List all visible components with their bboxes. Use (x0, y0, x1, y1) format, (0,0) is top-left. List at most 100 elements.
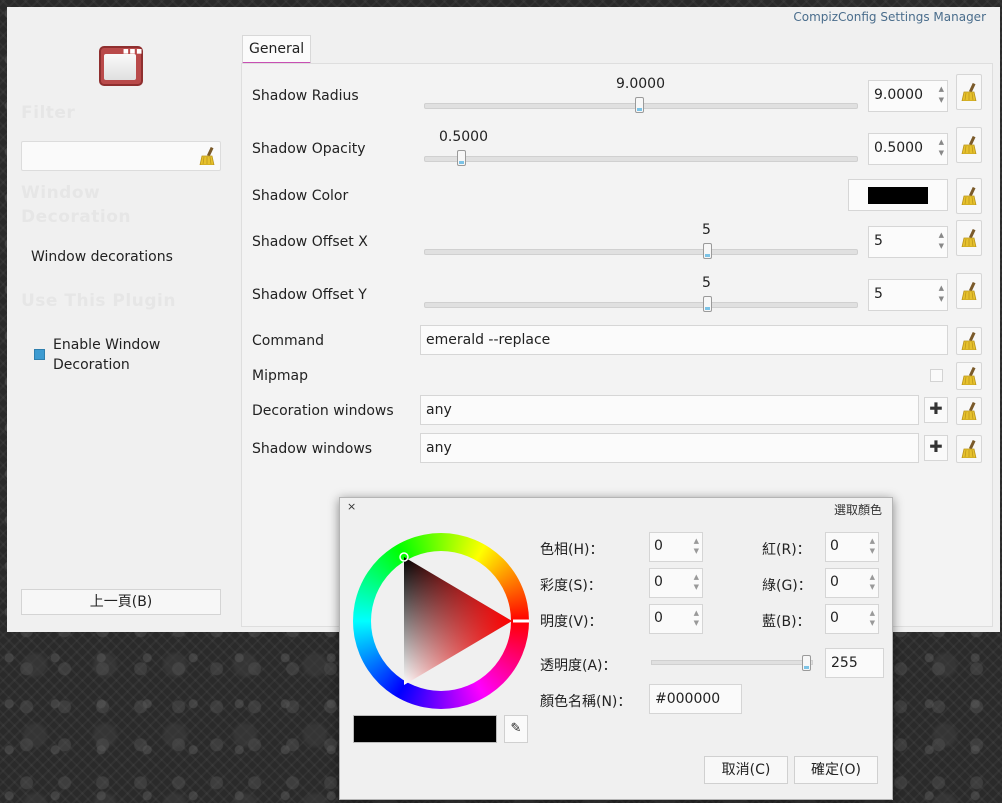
green-value: 0 (830, 574, 839, 590)
shadow-opacity-reset-button[interactable] (956, 127, 982, 163)
shadow-offset-x-slider-value: 5 (702, 222, 711, 238)
shadow-offset-y-slider-value: 5 (702, 275, 711, 291)
shadow-radius-reset-button[interactable] (956, 74, 982, 110)
decoration-windows-add-button[interactable]: ✚ (924, 397, 948, 423)
spin-arrows-icon[interactable]: ▲ ▼ (870, 536, 875, 556)
shadow-windows-reset-button[interactable] (956, 435, 982, 463)
spin-arrows-icon[interactable]: ▲ ▼ (694, 572, 699, 592)
alpha-label: 透明度(A)： (540, 658, 617, 674)
eyedropper-button[interactable]: ✎ (504, 715, 528, 743)
alpha-input[interactable]: 255 (825, 648, 884, 678)
spin-arrows-icon[interactable]: ▲ ▼ (939, 84, 944, 106)
command-reset-button[interactable] (956, 327, 982, 355)
title-bar[interactable]: CompizConfig Settings Manager (7, 7, 1000, 29)
shadow-color-swatch (868, 187, 928, 204)
app-settings-icon: ■■■ (99, 46, 143, 86)
shadow-offset-x-spinbox[interactable]: 5 ▲ ▼ (868, 226, 948, 258)
shadow-windows-input[interactable]: any (420, 433, 919, 463)
shadow-color-reset-button[interactable] (956, 178, 982, 214)
shadow-offset-y-label: Shadow Offset Y (252, 287, 367, 303)
value-value: 0 (654, 610, 663, 626)
cancel-button[interactable]: 取消(C) (704, 756, 788, 784)
shadow-offset-x-label: Shadow Offset X (252, 234, 368, 250)
shadow-radius-slider-handle[interactable] (635, 97, 644, 113)
red-spinbox[interactable]: 0 ▲ ▼ (825, 532, 879, 562)
shadow-offset-x-spinbox-value: 5 (874, 233, 883, 249)
mipmap-reset-button[interactable] (956, 362, 982, 390)
broom-icon (961, 229, 977, 247)
shadow-opacity-slider-handle[interactable] (457, 150, 466, 166)
broom-icon (961, 187, 977, 205)
sidebar: ■■■ Filter Window Decoration Window deco… (7, 29, 235, 632)
shadow-opacity-spinbox[interactable]: 0.5000 ▲ ▼ (868, 133, 948, 165)
color-name-input[interactable]: #000000 (649, 684, 742, 714)
value-spinbox[interactable]: 0 ▲ ▼ (649, 604, 703, 634)
shadow-offset-y-slider[interactable] (424, 296, 858, 312)
decoration-windows-reset-button[interactable] (956, 397, 982, 425)
command-input[interactable]: emerald --replace (420, 325, 948, 355)
alpha-slider[interactable] (651, 655, 813, 671)
enable-plugin-label[interactable]: Enable Window Decoration (53, 335, 160, 375)
hue-value: 0 (654, 538, 663, 554)
enable-plugin-label-line1: Enable Window (53, 337, 161, 353)
use-plugin-title: Use This Plugin (21, 291, 176, 311)
tab-general[interactable]: General (242, 35, 312, 64)
spin-arrows-icon[interactable]: ▲ ▼ (870, 572, 875, 592)
shadow-radius-spinbox[interactable]: 9.0000 ▲ ▼ (868, 80, 948, 112)
color-triangle[interactable] (353, 533, 529, 709)
command-label: Command (252, 333, 324, 349)
shadow-color-button[interactable] (848, 179, 948, 211)
green-spinbox[interactable]: 0 ▲ ▼ (825, 568, 879, 598)
shadow-opacity-slider[interactable] (424, 150, 858, 166)
shadow-opacity-spinbox-value: 0.5000 (874, 140, 923, 156)
close-icon[interactable]: × (347, 500, 356, 513)
spin-arrows-icon[interactable]: ▲ ▼ (939, 230, 944, 252)
shadow-offset-x-reset-button[interactable] (956, 220, 982, 256)
shadow-radius-label: Shadow Radius (252, 88, 359, 104)
shadow-opacity-label: Shadow Opacity (252, 141, 366, 157)
filter-input[interactable] (21, 141, 221, 171)
shadow-offset-y-reset-button[interactable] (956, 273, 982, 309)
spin-arrows-icon[interactable]: ▲ ▼ (870, 608, 875, 628)
mipmap-checkbox[interactable] (930, 369, 943, 382)
current-color-preview (353, 715, 497, 743)
alpha-slider-handle[interactable] (802, 655, 811, 671)
sidebar-link-window-decorations[interactable]: Window decorations (31, 249, 173, 265)
shadow-radius-slider[interactable] (424, 97, 858, 113)
blue-value: 0 (830, 610, 839, 626)
back-button[interactable]: 上一頁(B) (21, 589, 221, 615)
broom-icon (961, 332, 977, 350)
shadow-windows-label: Shadow windows (252, 441, 373, 457)
enable-plugin-label-line2: Decoration (53, 357, 130, 373)
category-title-decoration: Decoration (21, 207, 131, 227)
spin-arrows-icon[interactable]: ▲ ▼ (694, 608, 699, 628)
hue-label: 色相(H)： (540, 542, 604, 558)
blue-spinbox[interactable]: 0 ▲ ▼ (825, 604, 879, 634)
broom-icon[interactable] (198, 147, 216, 165)
eyedropper-icon: ✎ (510, 721, 522, 736)
shadow-offset-y-slider-handle[interactable] (703, 296, 712, 312)
shadow-color-label: Shadow Color (252, 188, 349, 204)
spin-arrows-icon[interactable]: ▲ ▼ (939, 283, 944, 305)
dialog-title: 選取顏色 (833, 503, 882, 517)
saturation-spinbox[interactable]: 0 ▲ ▼ (649, 568, 703, 598)
spin-arrows-icon[interactable]: ▲ ▼ (939, 137, 944, 159)
decoration-windows-label: Decoration windows (252, 403, 394, 419)
plus-icon: ✚ (929, 437, 943, 456)
spin-arrows-icon[interactable]: ▲ ▼ (694, 536, 699, 556)
enable-plugin-checkbox[interactable] (34, 349, 45, 360)
shadow-offset-x-slider[interactable] (424, 243, 858, 259)
filter-title: Filter (21, 103, 76, 123)
shadow-offset-y-spinbox-value: 5 (874, 286, 883, 302)
category-title-window: Window (21, 183, 101, 203)
shadow-offset-x-slider-handle[interactable] (703, 243, 712, 259)
hue-spinbox[interactable]: 0 ▲ ▼ (649, 532, 703, 562)
decoration-windows-input[interactable]: any (420, 395, 919, 425)
shadow-windows-add-button[interactable]: ✚ (924, 435, 948, 461)
shadow-opacity-slider-value: 0.5000 (439, 129, 488, 145)
broom-icon (961, 282, 977, 300)
ok-button[interactable]: 確定(O) (794, 756, 878, 784)
plus-icon: ✚ (929, 399, 943, 418)
broom-icon (961, 83, 977, 101)
shadow-offset-y-spinbox[interactable]: 5 ▲ ▼ (868, 279, 948, 311)
